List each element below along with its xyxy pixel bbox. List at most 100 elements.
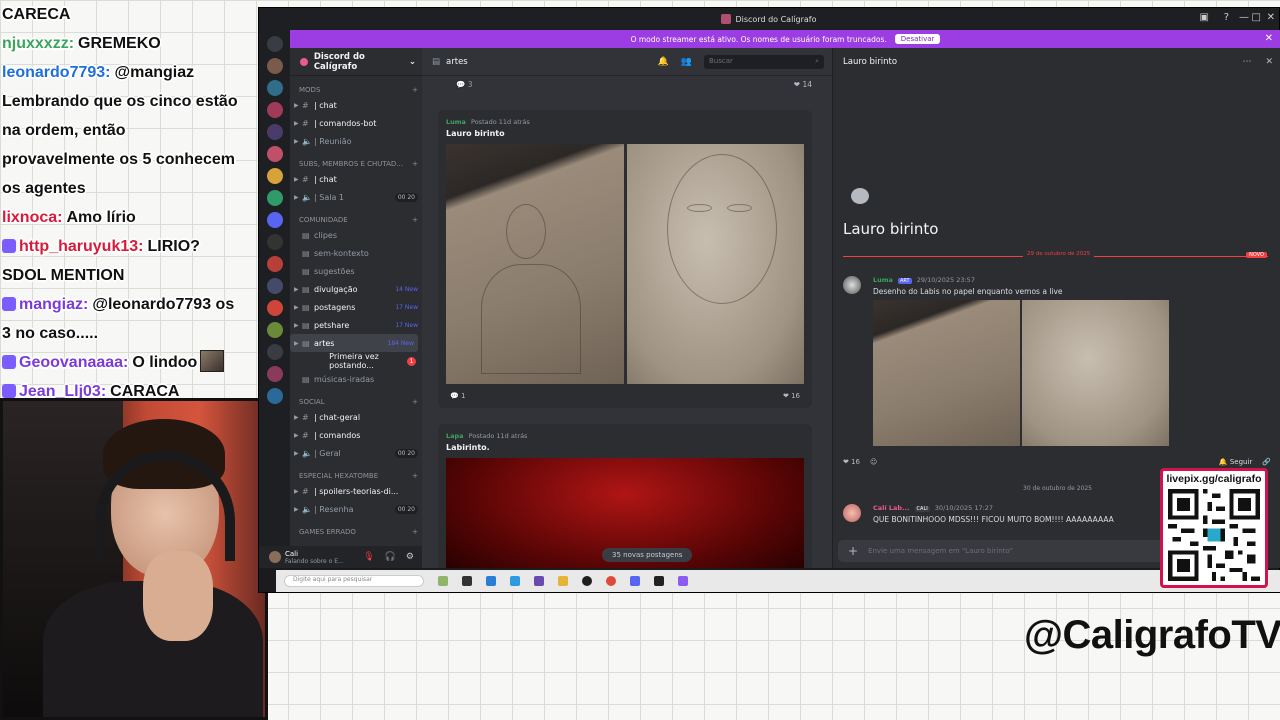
- obs-icon[interactable]: [582, 576, 592, 586]
- post-image-sketch-paper[interactable]: [446, 144, 624, 384]
- channel-category[interactable]: ESPECIAL HEXATOMBE +: [290, 462, 422, 482]
- chrome-icon[interactable]: [606, 576, 616, 586]
- channel-item[interactable]: ▶ # | chat: [290, 170, 422, 188]
- server-icon[interactable]: [266, 366, 283, 382]
- channel-category[interactable]: MODS +: [290, 76, 422, 96]
- server-icon[interactable]: [266, 278, 283, 294]
- server-icon[interactable]: [266, 58, 283, 74]
- avatar[interactable]: [269, 551, 281, 563]
- terminal-icon[interactable]: [654, 576, 664, 586]
- server-icon[interactable]: [266, 190, 283, 206]
- channel-category[interactable]: COMUNIDADE +: [290, 206, 422, 226]
- forum-post-card[interactable]: Lapa Postado 11d atrás Labirinto.: [438, 424, 812, 568]
- plus-icon[interactable]: +: [412, 160, 418, 168]
- close-window-button[interactable]: ✕: [1267, 12, 1275, 23]
- server-icon[interactable]: [266, 36, 283, 52]
- post-image-sketch-face[interactable]: [626, 144, 804, 384]
- maximize-button[interactable]: □: [1252, 12, 1261, 23]
- channel-item[interactable]: ▶ 🔈 | Geral 00 20: [290, 444, 422, 462]
- server-icon[interactable]: [266, 300, 283, 316]
- reaction-count[interactable]: ❤ 16: [843, 458, 860, 466]
- server-icon[interactable]: [266, 234, 283, 250]
- avatar[interactable]: [843, 276, 861, 294]
- channel-item[interactable]: ▶ ▤ petshare 17 New: [290, 316, 422, 334]
- server-icon[interactable]: [266, 102, 283, 118]
- plus-icon[interactable]: +: [412, 398, 418, 406]
- message-author[interactable]: Luma: [873, 276, 893, 284]
- streamer-mode-banner: O modo streamer está ativo. Os nomes de …: [290, 30, 1280, 48]
- reaction-count[interactable]: ❤ 14: [794, 80, 812, 89]
- server-icon[interactable]: [266, 256, 283, 272]
- channel-category[interactable]: SUBS, MEMBROS E CHUTAD... +: [290, 150, 422, 170]
- channel-item[interactable]: ▤ músicas-iradas: [290, 370, 422, 388]
- help-icon[interactable]: ?: [1224, 12, 1229, 23]
- channel-item[interactable]: ▶ # | comandos: [290, 426, 422, 444]
- minimize-button[interactable]: —: [1239, 12, 1249, 23]
- close-icon[interactable]: ✕: [1265, 57, 1273, 67]
- channel-item[interactable]: ▤ sugestões: [290, 262, 422, 280]
- plus-icon[interactable]: +: [412, 528, 418, 536]
- channel-item[interactable]: ▶ # | comandos-bot: [290, 114, 422, 132]
- server-icon[interactable]: [266, 80, 283, 96]
- channel-category[interactable]: GAMES ERRADO +: [290, 518, 422, 538]
- channel-item[interactable]: ▶ # | chat-geral: [290, 408, 422, 426]
- add-reaction-icon[interactable]: ☺: [870, 458, 877, 466]
- channel-category[interactable]: SOCIAL +: [290, 388, 422, 408]
- follow-label: Seguir: [1229, 458, 1253, 466]
- disable-streamer-mode-button[interactable]: Desativar: [894, 34, 941, 44]
- channel-item[interactable]: ▶ ▤ postagens 17 New: [290, 298, 422, 316]
- store-icon[interactable]: [510, 576, 520, 586]
- task-view-icon[interactable]: [462, 576, 472, 586]
- message-image-sketch-face[interactable]: [1022, 300, 1169, 446]
- channel-item[interactable]: ▶ # | chat: [290, 96, 422, 114]
- server-icon[interactable]: [266, 124, 283, 140]
- reaction-count[interactable]: ❤ 16: [783, 392, 800, 400]
- search-input[interactable]: Buscar ⌕: [704, 54, 824, 69]
- server-icon[interactable]: [266, 344, 283, 360]
- channel-item[interactable]: ▶ 🔈 | Reunião: [290, 132, 422, 150]
- inbox-icon[interactable]: ▣: [1200, 12, 1209, 23]
- channel-item[interactable]: ▶ 🔈 | Resenha 00 20: [290, 500, 422, 518]
- plus-icon[interactable]: +: [412, 472, 418, 480]
- edge-icon[interactable]: [486, 576, 496, 586]
- new-posts-pill[interactable]: 35 novas postagens: [602, 548, 693, 562]
- folder-icon[interactable]: [558, 576, 568, 586]
- server-icon[interactable]: [266, 168, 283, 184]
- close-icon[interactable]: ✕: [1265, 33, 1273, 44]
- link-icon[interactable]: 🔗: [1262, 458, 1271, 466]
- gear-icon[interactable]: ⚙: [406, 552, 414, 562]
- mute-mic-icon[interactable]: 🎙: [363, 552, 374, 562]
- server-icon[interactable]: [266, 146, 283, 162]
- channel-item[interactable]: ▶ # | spoilers-teorias-di...: [290, 482, 422, 500]
- avatar[interactable]: [843, 504, 861, 522]
- members-icon[interactable]: 👥: [681, 57, 692, 67]
- taskbar-search-input[interactable]: Digite aqui para pesquisar: [284, 575, 424, 587]
- channel-item[interactable]: ▤ clipes: [290, 226, 422, 244]
- weather-icon[interactable]: [438, 576, 448, 586]
- channel-type-icon: #: [302, 118, 309, 128]
- channel-item[interactable]: ▶ 🔈 | Sala 1 00 20: [290, 188, 422, 206]
- channel-item[interactable]: ▤ sem-kontexto: [290, 244, 422, 262]
- message-image-sketch-paper[interactable]: [873, 300, 1020, 446]
- guild-header[interactable]: Discord do Calígrafo ⌄: [290, 48, 422, 76]
- message-author[interactable]: Calí Lab...: [873, 504, 909, 512]
- bell-icon[interactable]: 🔔: [658, 57, 669, 67]
- server-icon[interactable]: [266, 388, 283, 404]
- chevron-right-icon: ▶: [294, 321, 299, 329]
- server-icon[interactable]: [266, 322, 283, 338]
- plus-icon[interactable]: +: [412, 216, 418, 224]
- plus-icon[interactable]: +: [412, 86, 418, 94]
- forum-post-card[interactable]: Luma Postado 11d atrás Lauro birinto 💬 1…: [438, 110, 812, 408]
- follow-button[interactable]: 🔔 Seguir: [1219, 458, 1252, 466]
- app-icon[interactable]: [678, 576, 688, 586]
- add-attachment-icon[interactable]: +: [848, 544, 858, 558]
- more-icon[interactable]: ⋯: [1242, 57, 1251, 67]
- channel-item[interactable]: ▶ ▤ artes 184 New: [290, 334, 418, 352]
- discord-icon[interactable]: [630, 576, 640, 586]
- headphones-icon[interactable]: 🎧: [385, 552, 396, 562]
- channel-item[interactable]: ▶ ▤ divulgação 14 New: [290, 280, 422, 298]
- channel-item[interactable]: Primeira vez postando... 1: [290, 352, 422, 370]
- server-icon[interactable]: [266, 212, 283, 228]
- post-fragment[interactable]: 💬 3 ❤ 14: [422, 76, 832, 92]
- app-icon[interactable]: [534, 576, 544, 586]
